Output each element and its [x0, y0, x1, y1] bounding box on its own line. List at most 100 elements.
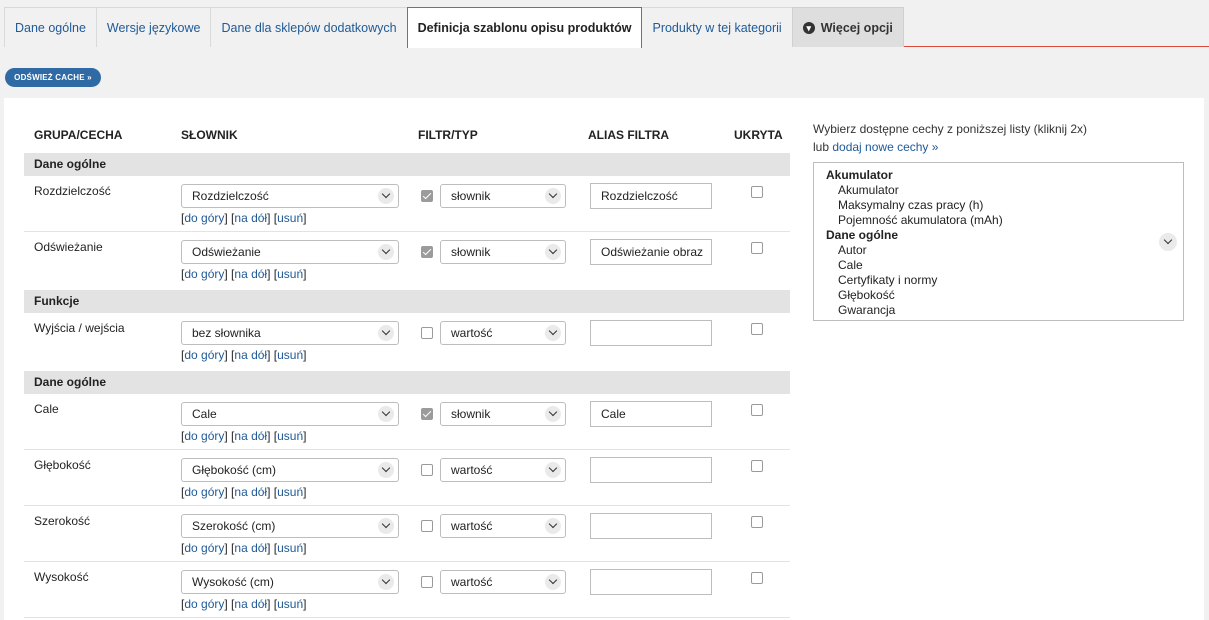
move-down-link[interactable]: na dół: [234, 485, 267, 499]
refresh-cache-button[interactable]: ODŚWIEŻ CACHE »: [5, 68, 101, 87]
list-item[interactable]: Głębokość: [826, 288, 1171, 303]
tab-general-data[interactable]: Dane ogólne: [4, 7, 97, 47]
move-up-link[interactable]: do góry: [184, 429, 224, 443]
list-item[interactable]: Certyfikaty i normy: [826, 273, 1171, 288]
remove-link[interactable]: usuń: [277, 211, 303, 225]
type-select[interactable]: wartość: [440, 321, 566, 345]
filter-checkbox[interactable]: [421, 190, 433, 202]
remove-link[interactable]: usuń: [277, 429, 303, 443]
feature-name: Odświeżanie: [34, 240, 103, 254]
remove-link[interactable]: usuń: [277, 485, 303, 499]
table-row: Rozdzielczość Rozdzielczość słownik Rozd…: [24, 176, 790, 232]
alias-input[interactable]: [590, 513, 712, 539]
hidden-checkbox[interactable]: [751, 516, 763, 528]
move-up-link[interactable]: do góry: [184, 348, 224, 362]
remove-link[interactable]: usuń: [277, 348, 303, 362]
filter-checkbox[interactable]: [421, 520, 433, 532]
dictionary-select[interactable]: Szerokość (cm): [181, 514, 399, 538]
list-item[interactable]: Gwarancja: [826, 303, 1171, 318]
remove-link[interactable]: usuń: [277, 541, 303, 555]
tab-bar: Dane ogólne Wersje językowe Dane dla skl…: [4, 7, 1209, 48]
group-header: Funkcje: [24, 290, 790, 313]
move-down-link[interactable]: na dół: [234, 348, 267, 362]
tab-label: Wersje językowe: [106, 20, 201, 35]
alias-input[interactable]: Rozdzielczość: [590, 183, 712, 209]
move-up-link[interactable]: do góry: [184, 541, 224, 555]
filter-checkbox[interactable]: [421, 408, 433, 420]
alias-input[interactable]: [590, 569, 712, 595]
alias-input[interactable]: [590, 320, 712, 346]
chevron-down-icon: [378, 518, 394, 534]
type-select[interactable]: wartość: [440, 458, 566, 482]
feature-name: Cale: [34, 402, 59, 416]
type-select[interactable]: wartość: [440, 514, 566, 538]
table-row: Cale Cale słownik Cale [do góry] [na dół…: [24, 394, 790, 450]
type-select[interactable]: słownik: [440, 402, 566, 426]
type-value: słownik: [451, 407, 491, 421]
hidden-checkbox[interactable]: [751, 572, 763, 584]
type-value: wartość: [451, 326, 493, 340]
table-row: Wyjścia / wejścia bez słownika wartość […: [24, 313, 790, 369]
tab-language-versions[interactable]: Wersje językowe: [95, 7, 212, 47]
move-down-link[interactable]: na dół: [234, 597, 267, 611]
move-up-link[interactable]: do góry: [184, 597, 224, 611]
dictionary-select[interactable]: bez słownika: [181, 321, 399, 345]
move-down-link[interactable]: na dół: [234, 429, 267, 443]
alias-input[interactable]: [590, 457, 712, 483]
alias-input[interactable]: Odświeżanie obraz: [590, 239, 712, 265]
hidden-checkbox[interactable]: [751, 460, 763, 472]
feature-name: Szerokość: [34, 514, 91, 528]
tab-description-template[interactable]: Definicja szablonu opisu produktów: [406, 7, 643, 48]
tab-label: Definicja szablonu opisu produktów: [417, 21, 632, 35]
tab-additional-shops[interactable]: Dane dla sklepów dodatkowych: [210, 7, 408, 47]
hidden-checkbox[interactable]: [751, 404, 763, 416]
chevron-down-icon: [545, 325, 561, 341]
remove-link[interactable]: usuń: [277, 597, 303, 611]
tab-category-products[interactable]: Produkty w tej kategorii: [641, 7, 793, 47]
remove-link[interactable]: usuń: [277, 267, 303, 281]
list-item[interactable]: Pojemność akumulatora (mAh): [826, 213, 1171, 228]
type-select[interactable]: słownik: [440, 240, 566, 264]
instruction-text: Wybierz dostępne cechy z poniższej listy…: [813, 122, 1087, 136]
filter-checkbox[interactable]: [421, 464, 433, 476]
row-actions: [do góry] [na dół] [usuń]: [181, 348, 307, 362]
dictionary-select[interactable]: Odświeżanie: [181, 240, 399, 264]
dictionary-select[interactable]: Rozdzielczość: [181, 184, 399, 208]
tab-more-options[interactable]: ▾ Więcej opcji: [791, 7, 904, 47]
table-row: Wysokość Wysokość (cm) wartość [do góry]…: [24, 562, 790, 618]
dictionary-select[interactable]: Wysokość (cm): [181, 570, 399, 594]
header-alias: ALIAS FILTRA: [588, 128, 670, 142]
type-select[interactable]: wartość: [440, 570, 566, 594]
type-value: słownik: [451, 245, 491, 259]
list-item[interactable]: Maksymalny czas pracy (h): [826, 198, 1171, 213]
list-item[interactable]: Autor: [826, 243, 1171, 258]
template-panel: GRUPA/CECHA SŁOWNIK FILTR/TYP ALIAS FILT…: [4, 98, 1204, 620]
move-down-link[interactable]: na dół: [234, 267, 267, 281]
alias-input[interactable]: Cale: [590, 401, 712, 427]
move-up-link[interactable]: do góry: [184, 211, 224, 225]
move-up-link[interactable]: do góry: [184, 267, 224, 281]
filter-checkbox[interactable]: [421, 327, 433, 339]
add-features-link[interactable]: dodaj nowe cechy »: [832, 140, 938, 154]
filter-checkbox[interactable]: [421, 576, 433, 588]
available-features-list[interactable]: Akumulator Akumulator Maksymalny czas pr…: [813, 162, 1184, 321]
hidden-checkbox[interactable]: [751, 186, 763, 198]
move-down-link[interactable]: na dół: [234, 541, 267, 555]
row-actions: [do góry] [na dół] [usuń]: [181, 597, 307, 611]
move-down-link[interactable]: na dół: [234, 211, 267, 225]
filter-checkbox[interactable]: [421, 246, 433, 258]
chevron-down-icon: [378, 574, 394, 590]
move-up-link[interactable]: do góry: [184, 485, 224, 499]
hidden-checkbox[interactable]: [751, 242, 763, 254]
list-item[interactable]: Cale: [826, 258, 1171, 273]
list-item[interactable]: Akumulator: [826, 183, 1171, 198]
chevron-down-icon: [1159, 233, 1177, 251]
chevron-down-icon: [378, 325, 394, 341]
type-select[interactable]: słownik: [440, 184, 566, 208]
dictionary-select[interactable]: Cale: [181, 402, 399, 426]
type-value: wartość: [451, 463, 493, 477]
optgroup-label: Akumulator: [826, 168, 893, 182]
dictionary-select[interactable]: Głębokość (cm): [181, 458, 399, 482]
hidden-checkbox[interactable]: [751, 323, 763, 335]
table-row: Szerokość Szerokość (cm) wartość [do gór…: [24, 506, 790, 562]
